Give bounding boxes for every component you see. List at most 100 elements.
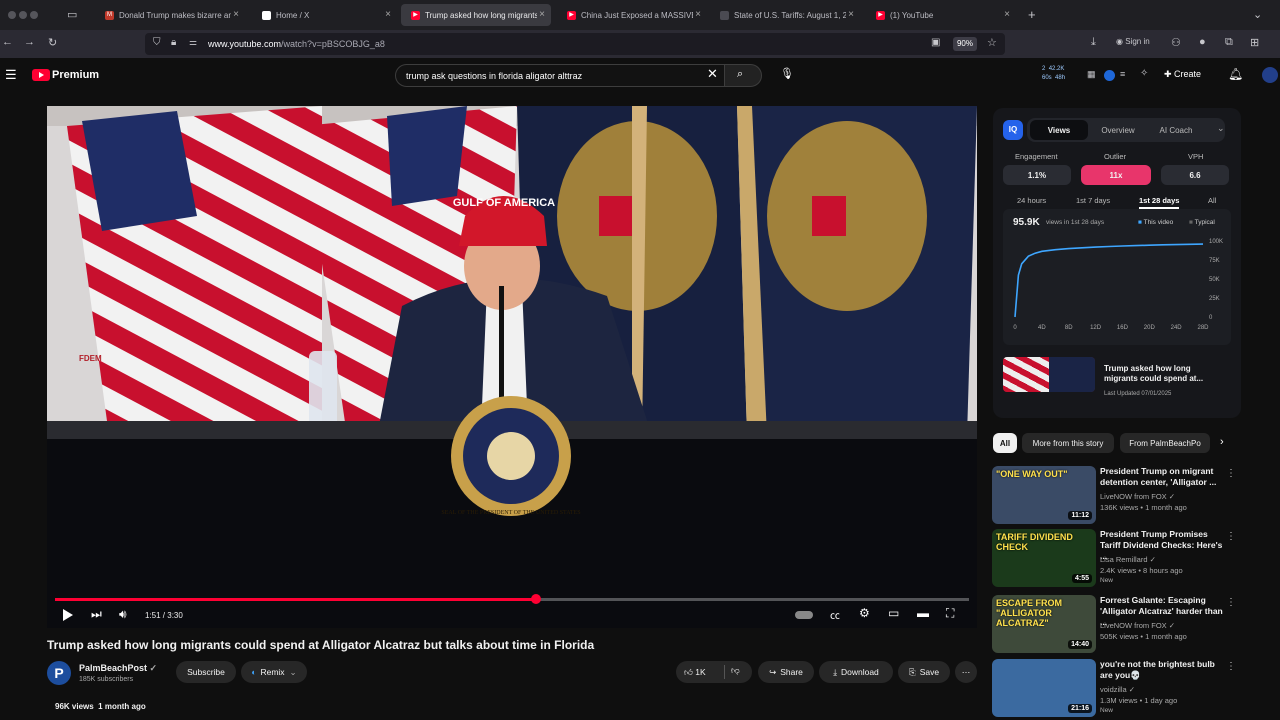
video-frame: GULF OF AMERICA SEAL OF THE PRESIDENT OF… xyxy=(47,106,977,628)
vidiq-logo-icon[interactable] xyxy=(1104,70,1115,81)
search-input[interactable]: trump ask questions in florida aligator … xyxy=(395,64,725,87)
more-options-icon[interactable]: ⋮ xyxy=(1226,597,1236,608)
youtube-logo-icon[interactable] xyxy=(32,69,50,81)
volume-icon[interactable]: 🔊︎ xyxy=(119,607,127,622)
range-28d[interactable]: 1st 28 days xyxy=(1139,196,1180,209)
browser-tab[interactable]: State of U.S. Tariffs: August 1, 2025× xyxy=(710,4,860,26)
tab-close-icon[interactable]: × xyxy=(695,9,701,20)
channel-avatar[interactable]: P xyxy=(47,661,71,685)
back-icon[interactable]: ← xyxy=(2,36,13,48)
recommended-video[interactable]: ESCAPE FROM "ALLIGATOR ALCATRAZ" 14:40 For… xyxy=(992,595,1242,653)
recommended-thumbnail[interactable]: ESCAPE FROM "ALLIGATOR ALCATRAZ" 14:40 xyxy=(992,595,1096,653)
download-button[interactable]: ⤓ Download xyxy=(819,661,893,683)
remix-button[interactable]: ◐ Remix ⌄ xyxy=(241,661,307,683)
range-all[interactable]: All xyxy=(1208,196,1216,205)
tab-close-icon[interactable]: × xyxy=(848,9,854,20)
range-24h[interactable]: 24 hours xyxy=(1017,196,1046,205)
chips-next-chevron-icon[interactable]: › xyxy=(1220,436,1224,448)
progress-scrubber[interactable] xyxy=(530,594,541,604)
site-settings-icon[interactable]: ⚌ xyxy=(189,37,197,48)
profile-icon[interactable]: ● xyxy=(1199,36,1206,48)
new-tab-icon[interactable]: + xyxy=(1028,7,1036,22)
like-button[interactable]: 👍︎ 1K xyxy=(684,667,706,678)
browser-tab[interactable]: ▶ (1) YouTube × xyxy=(866,4,1016,26)
recommended-title[interactable]: President Trump on migrant detention cen… xyxy=(1100,466,1228,488)
panel-tab-views[interactable]: Views xyxy=(1030,120,1088,140)
search-button[interactable]: ⌕ xyxy=(724,64,762,87)
theater-mode-icon[interactable]: ▬ xyxy=(917,606,929,620)
premium-logo-text[interactable]: Premium xyxy=(52,69,99,81)
window-close-dot[interactable] xyxy=(8,11,16,19)
account-avatar[interactable] xyxy=(1262,67,1278,83)
settings-gear-icon[interactable]: ⚙ xyxy=(859,606,870,620)
save-button[interactable]: ⎘ Save xyxy=(898,661,950,683)
account-signin[interactable]: ◉ Sign in xyxy=(1116,37,1150,46)
captions-icon[interactable]: ㏄ xyxy=(830,607,840,622)
legend-this-video: ■ This video xyxy=(1138,219,1174,226)
reload-icon[interactable]: ↻ xyxy=(48,36,57,49)
chip-from-palmbeachpost[interactable]: From PalmBeachPo xyxy=(1120,433,1210,453)
chip-all[interactable]: All xyxy=(993,433,1017,453)
clear-search-icon[interactable]: ✕ xyxy=(707,66,718,82)
tab-overview-icon[interactable]: ▭ xyxy=(67,8,77,21)
share-button[interactable]: ↪ Share xyxy=(758,661,814,683)
reader-view-icon[interactable]: ▣ xyxy=(931,37,940,48)
hamburger-menu-icon[interactable]: ☰ xyxy=(5,67,17,83)
recommended-channel[interactable]: voidzilla ✓ xyxy=(1100,685,1135,694)
extensions-puzzle-icon[interactable]: ⧉ xyxy=(1225,36,1233,49)
panel-collapse-chevron-icon[interactable]: ⌄ xyxy=(1217,123,1225,134)
recommended-thumbnail[interactable]: TARIFF DIVIDEND CHECK 4:55 xyxy=(992,529,1096,587)
recommended-title[interactable]: you're not the brightest bulb are you💀 xyxy=(1100,659,1228,681)
channel-name[interactable]: PalmBeachPost ✓ xyxy=(79,663,157,674)
vidiq-notifications-icon[interactable]: ✧ xyxy=(1140,68,1148,79)
chip-more-from-story[interactable]: More from this story xyxy=(1022,433,1114,453)
recommended-video[interactable]: TARIFF DIVIDEND CHECK 4:55 President Trump… xyxy=(992,529,1242,587)
create-button[interactable]: ✚ Create xyxy=(1164,69,1201,80)
recommended-channel[interactable]: LiveNOW from FOX ✓ xyxy=(1100,621,1175,630)
subscribe-button[interactable]: Subscribe xyxy=(176,661,236,683)
bookmark-star-icon[interactable]: ☆ xyxy=(987,36,997,49)
recommended-video[interactable]: "ONE WAY OUT" 11:12 President Trump on mig… xyxy=(992,466,1242,524)
more-options-icon[interactable]: ⋮ xyxy=(1226,661,1236,672)
vidiq-list-icon[interactable]: ≡ xyxy=(1120,69,1125,79)
tab-list-chevron-icon[interactable]: ⌄ xyxy=(1253,8,1262,21)
autoplay-toggle[interactable] xyxy=(795,611,813,619)
forward-icon[interactable]: → xyxy=(24,36,35,48)
more-options-icon[interactable]: ⋮ xyxy=(1226,468,1236,479)
tab-close-icon[interactable]: × xyxy=(385,9,391,20)
browser-tab[interactable]: M Donald Trump makes bizarre an × xyxy=(95,4,245,26)
downloads-icon[interactable]: ⤓ xyxy=(1091,36,1096,49)
vidiq-grid-icon[interactable]: ▦ xyxy=(1087,69,1096,80)
recommended-channel[interactable]: Lisa Remillard ✓ xyxy=(1100,555,1156,564)
browser-tab[interactable]: ▶ China Just Exposed a MASSIVE × xyxy=(557,4,707,26)
next-icon[interactable]: ⏭︎ xyxy=(91,607,102,622)
fullscreen-icon[interactable]: ⛶ xyxy=(946,606,954,621)
recommended-video[interactable]: 21:16 you're not the brightest bulb are y… xyxy=(992,659,1242,717)
miniplayer-icon[interactable]: ▭ xyxy=(888,606,899,620)
menu-icon[interactable]: ⊞ xyxy=(1250,36,1259,49)
recommended-thumbnail[interactable]: 21:16 xyxy=(992,659,1096,717)
voice-search-mic-icon[interactable]: 🎙︎ xyxy=(780,67,794,80)
zoom-badge[interactable]: 90% xyxy=(953,37,977,51)
notifications-bell-icon[interactable]: 🔔︎ xyxy=(1228,67,1243,81)
video-player[interactable]: GULF OF AMERICA SEAL OF THE PRESIDENT OF… xyxy=(47,106,977,628)
progress-bar[interactable] xyxy=(55,594,969,604)
window-minimize-dot[interactable] xyxy=(19,11,27,19)
play-icon[interactable] xyxy=(63,609,73,621)
more-options-icon[interactable]: ⋮ xyxy=(1226,531,1236,542)
browser-tab[interactable]: X Home / X × xyxy=(252,4,397,26)
tab-close-icon[interactable]: × xyxy=(233,9,239,20)
address-bar[interactable]: ⛉ 🔒︎ ⚌ www.youtube.com/watch?v=pBSCOBJG_… xyxy=(145,33,1005,55)
more-actions-icon[interactable]: ⋯ xyxy=(955,661,977,683)
panel-tab-ai-coach[interactable]: AI Coach xyxy=(1149,120,1203,140)
panel-tab-overview[interactable]: Overview xyxy=(1091,120,1145,140)
range-7d[interactable]: 1st 7 days xyxy=(1076,196,1110,205)
recommended-thumbnail[interactable]: "ONE WAY OUT" 11:12 xyxy=(992,466,1096,524)
recommended-channel[interactable]: LiveNOW from FOX ✓ xyxy=(1100,492,1175,501)
tab-close-icon[interactable]: × xyxy=(1004,9,1010,20)
extension-icon[interactable]: ⚇ xyxy=(1171,36,1181,49)
browser-tab[interactable]: ▶ Trump asked how long migrants × xyxy=(401,4,551,26)
dislike-icon[interactable]: 👎︎ xyxy=(731,665,740,676)
window-maximize-dot[interactable] xyxy=(30,11,38,19)
tab-close-icon[interactable]: × xyxy=(539,9,545,20)
